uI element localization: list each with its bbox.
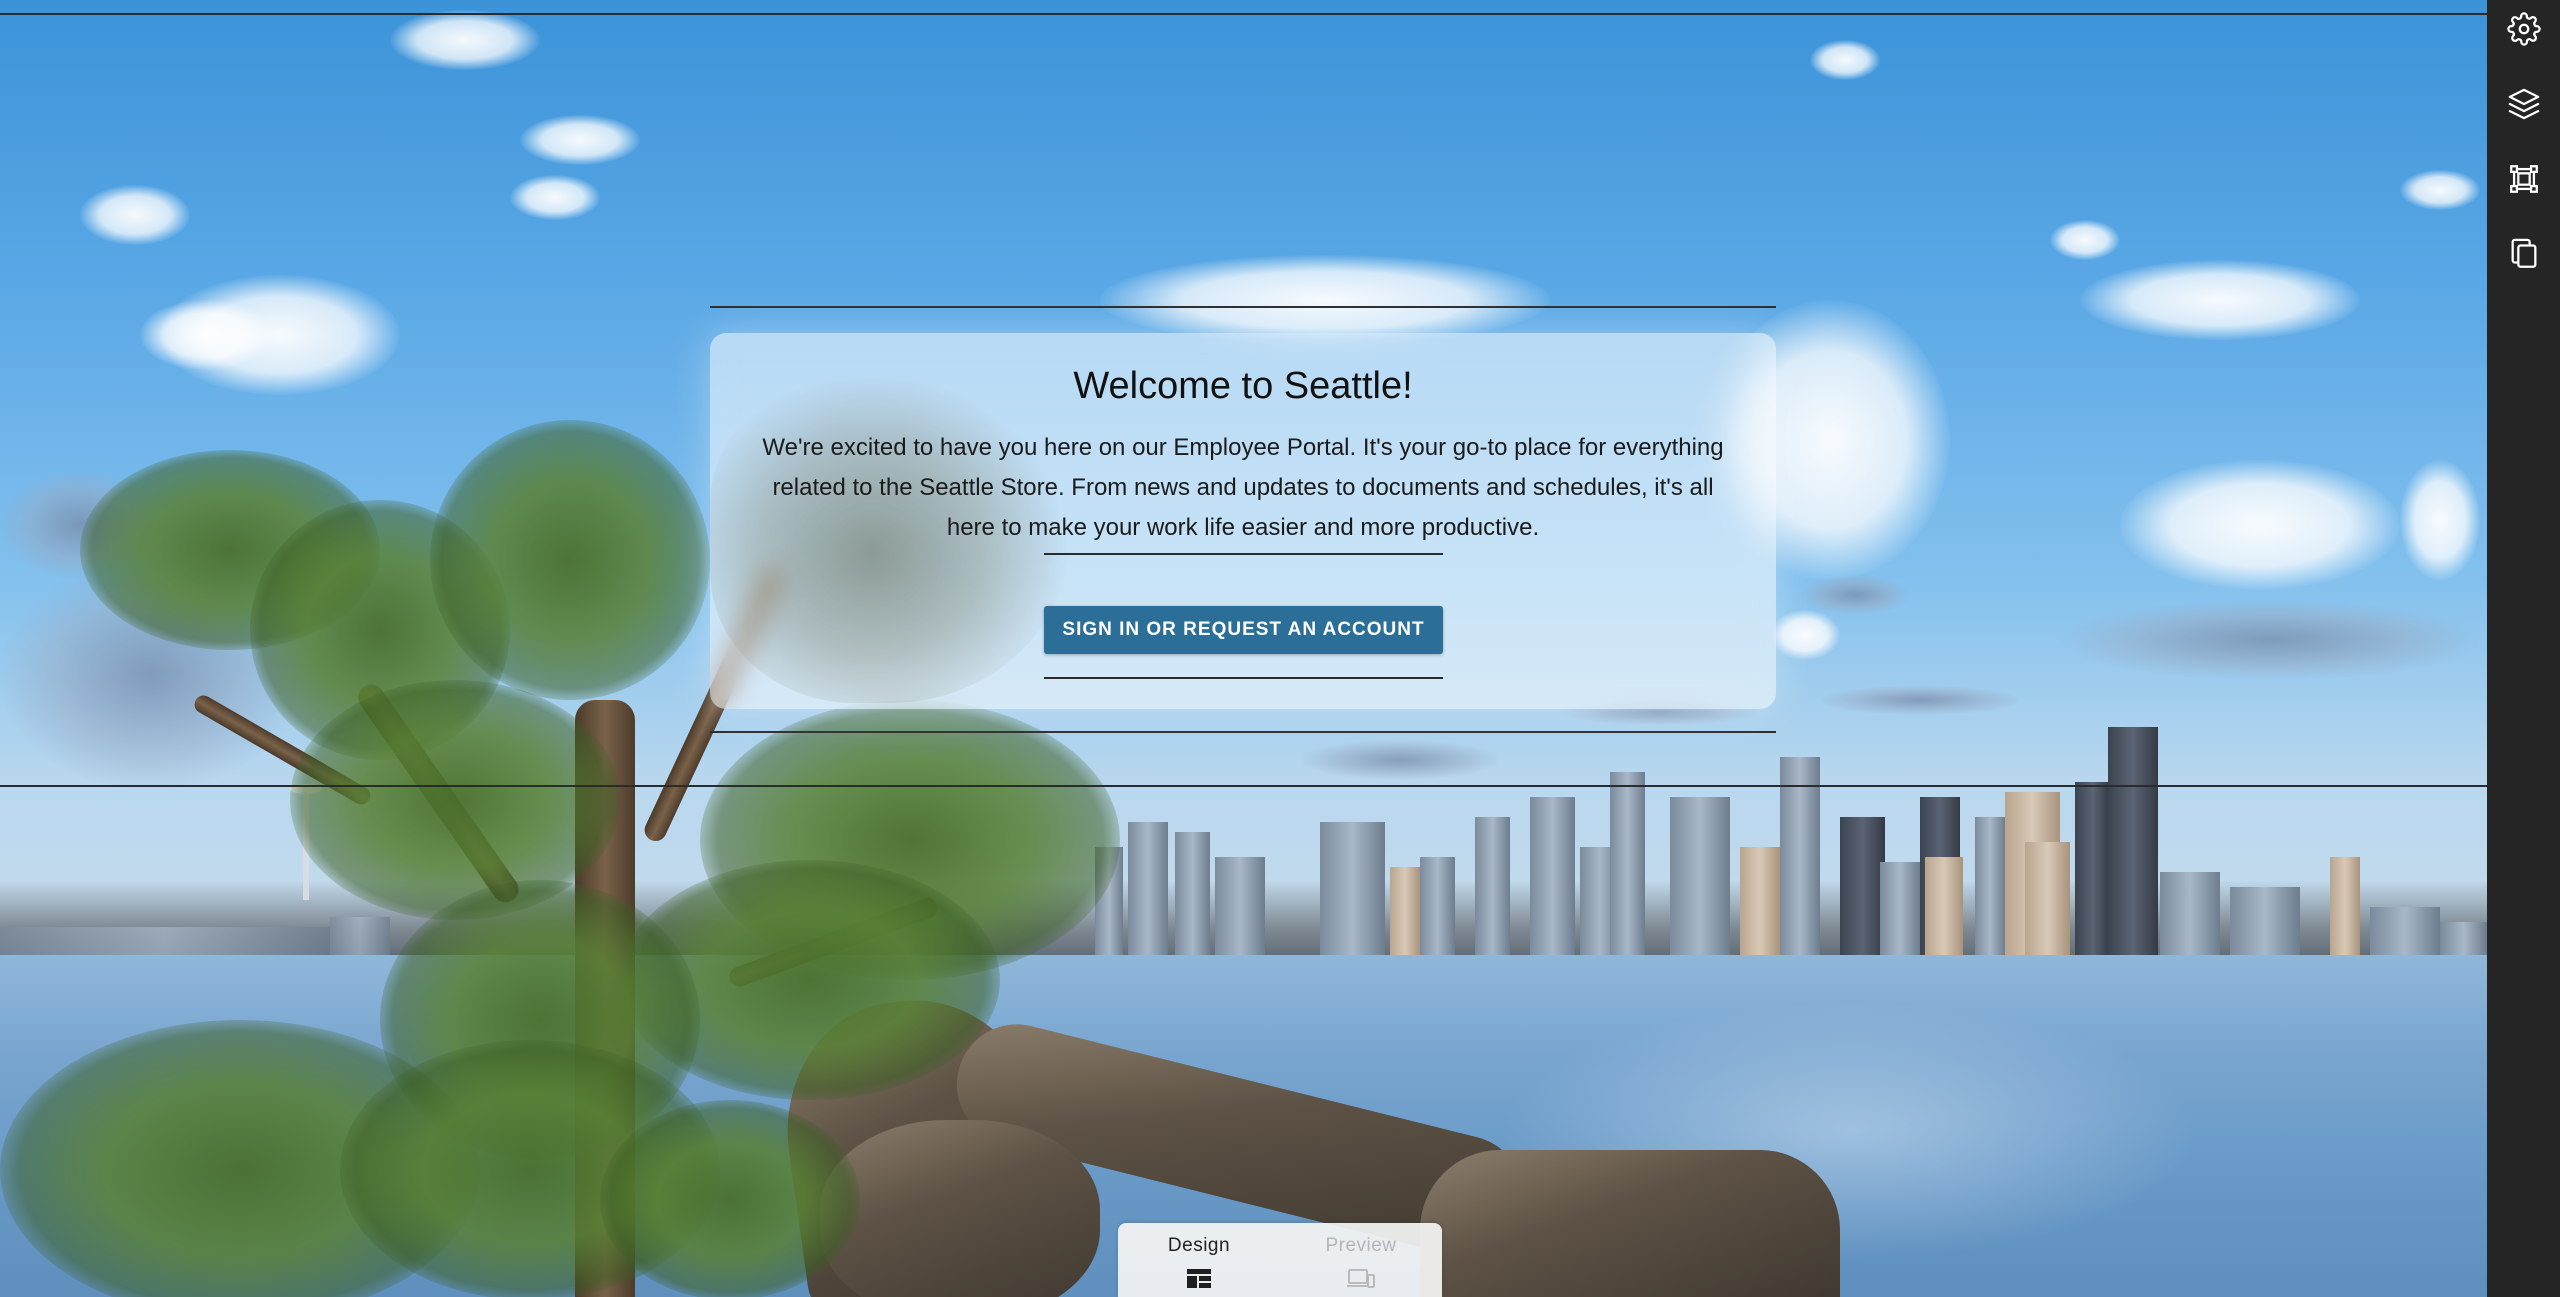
layers-button[interactable] [2505, 85, 2543, 123]
tab-preview-label: Preview [1325, 1235, 1397, 1256]
settings-button[interactable] [2505, 10, 2543, 48]
gear-icon [2507, 12, 2541, 46]
hero-background-image: Welcome to Seattle! We're excited to hav… [0, 0, 2487, 1297]
sign-in-button[interactable]: SIGN IN OR REQUEST AN ACCOUNT [1044, 606, 1443, 654]
copy-icon [2511, 238, 2537, 268]
button-guide-bottom [1044, 677, 1443, 679]
design-layout-icon [1187, 1269, 1211, 1288]
welcome-body-line: We're excited to have you here on our Em… [762, 434, 1724, 461]
welcome-body-text: We're excited to have you here on our Em… [735, 428, 1751, 548]
button-guide-top [1044, 553, 1443, 555]
card-guide-bottom [710, 731, 1776, 733]
welcome-body-line: here to make your work life easier and m… [946, 514, 1540, 541]
layers-icon [2508, 88, 2540, 120]
copy-button[interactable] [2505, 235, 2543, 273]
section-guide-bottom [0, 785, 2487, 787]
section-guide-top [0, 13, 2487, 15]
mode-switcher: Design Preview [1118, 1223, 1442, 1297]
tab-preview[interactable]: Preview [1280, 1223, 1442, 1297]
tab-design[interactable]: Design [1118, 1223, 1280, 1297]
tab-design-label: Design [1167, 1235, 1231, 1256]
frame-button[interactable] [2505, 160, 2543, 198]
card-guide-top [710, 306, 1776, 308]
builder-stage: Welcome to Seattle! We're excited to hav… [0, 0, 2560, 1297]
welcome-card[interactable]: Welcome to Seattle! We're excited to hav… [710, 333, 1776, 709]
welcome-title: Welcome to Seattle! [1073, 365, 1413, 407]
devices-icon [1347, 1269, 1375, 1288]
welcome-body-line: related to the Seattle Store. From news … [772, 474, 1714, 501]
frame-select-icon [2510, 165, 2538, 193]
right-toolbar [2487, 0, 2560, 1297]
